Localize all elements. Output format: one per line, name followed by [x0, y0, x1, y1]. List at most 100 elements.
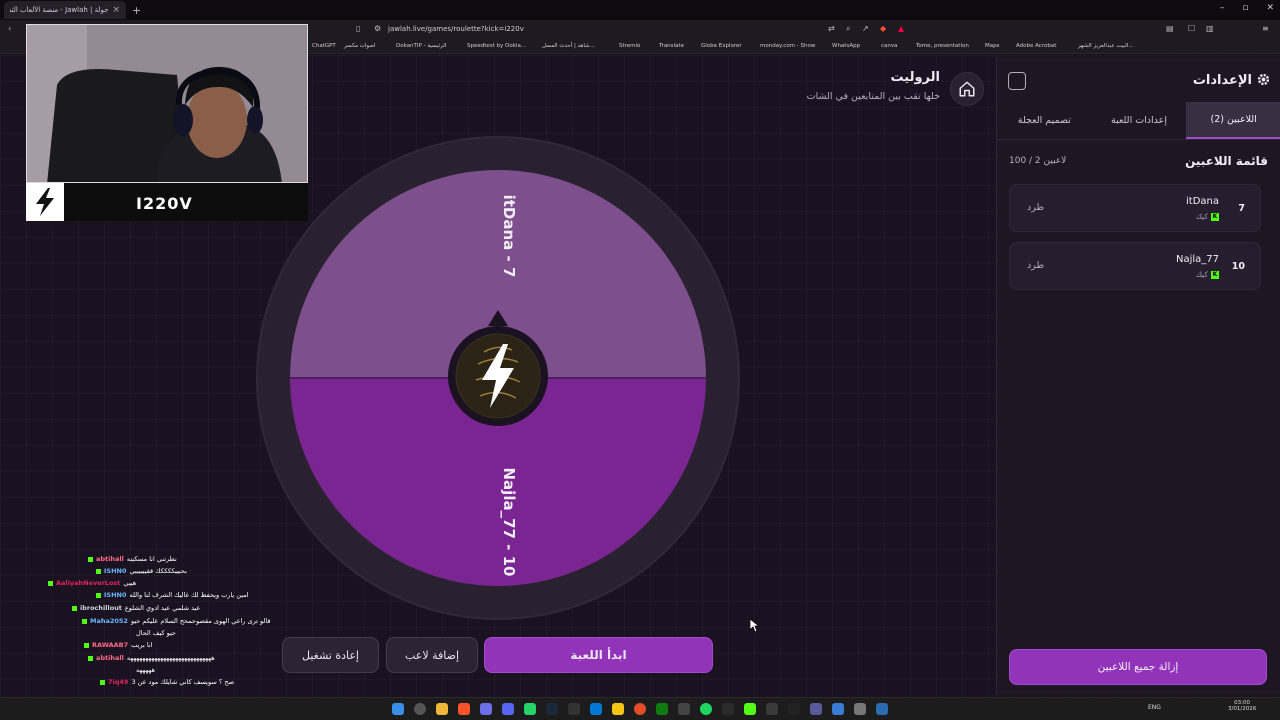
mouse-cursor-icon	[750, 619, 760, 633]
kick-logo-icon: K	[1211, 212, 1219, 221]
extensions-icon[interactable]: ☐	[1188, 24, 1195, 33]
roulette-wheel[interactable]: itDana - 7 Najla_77 - 10	[256, 136, 740, 620]
chat-message: حيو كيف الحال	[136, 629, 176, 637]
players-list-title: قائمة اللاعبين	[1185, 154, 1268, 168]
kick-badge-icon	[84, 642, 89, 648]
brave-rewards-icon[interactable]: ▲	[898, 24, 904, 33]
app-icon[interactable]	[480, 703, 492, 715]
chat-message: abtihall ههههههههههههههههههههههههههههه	[88, 654, 215, 662]
bookmark-item[interactable]: DokanTIP - الرئيسية	[396, 43, 446, 49]
bookmark-item[interactable]: ChatGPT	[312, 43, 336, 49]
app-icon[interactable]	[634, 703, 646, 715]
bookmark-item[interactable]: اصوات مكسر	[344, 43, 375, 49]
start-game-button[interactable]: ابدأ اللعبة	[484, 637, 713, 673]
bookmark-item[interactable]: شاهد | أحدث المسل...	[542, 43, 595, 49]
chat-text: قالو ترى راعي الهوى مقصوحمحح السلام عليك…	[130, 617, 271, 625]
chat-message: ISHN0 بحبييككككك ققييييييي	[96, 567, 187, 575]
remove-all-players-button[interactable]: إزالة جميع اللاعبين	[1009, 649, 1267, 685]
gear-icon	[1257, 73, 1270, 86]
whatsapp-icon[interactable]	[524, 703, 536, 715]
kick-badge-icon	[88, 655, 93, 661]
collapse-panel-icon[interactable]	[1008, 72, 1026, 90]
brave-browser-icon[interactable]	[458, 703, 470, 715]
bookmark-item[interactable]: Globe Explorer	[701, 43, 742, 49]
chat-text: بحبييككككك ققييييييي	[129, 567, 187, 575]
chat-user: ISHN0	[104, 567, 127, 575]
sidebar-icon[interactable]: ▤	[1166, 24, 1174, 33]
settings-icon[interactable]	[854, 703, 866, 715]
brave-shield-icon[interactable]: ◆	[880, 24, 886, 33]
bookmark-item[interactable]: Adobe Acrobat	[1016, 43, 1056, 49]
bookmark-item[interactable]: monday.com - Show	[760, 43, 815, 49]
chat-text: هييي	[123, 579, 137, 587]
discord-icon[interactable]	[502, 703, 514, 715]
tab-players[interactable]: اللاعبين (2)	[1186, 102, 1280, 139]
tab-game-settings[interactable]: إعدادات اللعبة	[1092, 102, 1187, 139]
app-icon[interactable]	[590, 703, 602, 715]
home-icon	[959, 81, 975, 97]
close-window-icon[interactable]: ✕	[1266, 3, 1274, 13]
kick-player-button[interactable]: طرد	[1027, 202, 1044, 213]
chat-text: امين يارب ويحفظ لك غاليك الشرف لنا والله	[129, 591, 249, 599]
chat-message: RAWAAB7 انا بريب	[84, 641, 152, 649]
kick-player-button[interactable]: طرد	[1027, 260, 1044, 271]
home-button[interactable]	[950, 72, 984, 106]
clock[interactable]: 03:00 3/01/2026	[1228, 700, 1256, 712]
chat-message: ibrochillout عيد شلمي عيد ادوي الشلوع	[72, 604, 200, 612]
app-icon[interactable]	[810, 703, 822, 715]
app-icon[interactable]	[678, 703, 690, 715]
new-tab-icon[interactable]: +	[132, 4, 141, 17]
app-icon[interactable]	[832, 703, 844, 715]
bookmark-item[interactable]: canva	[881, 43, 898, 49]
bookmark-item[interactable]: Tome, presentation	[916, 43, 969, 49]
steam-icon[interactable]	[546, 703, 558, 715]
player-source-label: كيك	[1195, 270, 1208, 279]
player-number: 7	[1238, 203, 1245, 214]
xbox-icon[interactable]	[656, 703, 668, 715]
wifi-icon[interactable]	[1165, 704, 1179, 714]
add-player-button[interactable]: إضافة لاعب	[386, 637, 478, 673]
site-info-icon[interactable]: ⚙	[374, 24, 381, 33]
minimize-icon[interactable]: –	[1220, 3, 1225, 13]
bookmark-icon[interactable]: ▯	[356, 24, 360, 33]
app-icon[interactable]	[612, 703, 624, 715]
page-subtitle: خلها تقب بين المتابعين في الشات	[806, 91, 940, 102]
app-icon[interactable]	[788, 703, 800, 715]
bookmark-item[interactable]: Stremio	[619, 43, 640, 49]
app-icon[interactable]	[876, 703, 888, 715]
page-title: الروليت	[890, 70, 940, 85]
bookmark-item[interactable]: WhatsApp	[832, 43, 860, 49]
file-explorer-icon[interactable]	[436, 703, 448, 715]
app-icon[interactable]	[766, 703, 778, 715]
kick-badge-icon	[82, 618, 87, 624]
tab-wheel-design[interactable]: تصميم العجلة	[997, 102, 1092, 139]
language-indicator[interactable]: ENG	[1148, 704, 1161, 711]
start-icon[interactable]	[392, 703, 404, 715]
restart-button[interactable]: إعادة تشغيل	[282, 637, 379, 673]
search-icon[interactable]	[414, 703, 426, 715]
player-source-label: كيك	[1195, 212, 1208, 221]
bookmark-item[interactable]: Speedtest by Ookla...	[467, 43, 526, 49]
bookmark-item[interactable]: البيت عبدالعزيز الشهر...	[1078, 43, 1134, 49]
menu-icon[interactable]: ≡	[1262, 24, 1269, 33]
zoom-icon[interactable]: ⌕	[846, 24, 850, 34]
chat-text: انا بريب	[131, 641, 153, 649]
obs-icon[interactable]	[722, 703, 734, 715]
clock-date: 3/01/2026	[1228, 706, 1257, 712]
browser-tab[interactable]: جولة | Jawlah - منصة الألعاب التفا... ×	[4, 1, 126, 19]
back-icon[interactable]: ‹	[8, 24, 11, 33]
translate-icon[interactable]: ⇄	[828, 24, 835, 33]
app-icon[interactable]	[568, 703, 580, 715]
bookmark-item[interactable]: Translate	[659, 43, 684, 49]
url-field[interactable]: jawlah.live/games/roulette?kick=i220v	[388, 25, 524, 33]
kick-icon[interactable]	[744, 703, 756, 715]
lightning-logo-icon	[26, 183, 64, 221]
maximize-icon[interactable]: ▫	[1242, 3, 1248, 13]
chat-user: abtihall	[96, 555, 124, 563]
wallet-icon[interactable]: ▥	[1206, 24, 1214, 33]
chat-user: ISHN0	[104, 591, 127, 599]
bookmark-item[interactable]: Maps	[985, 43, 999, 49]
share-icon[interactable]: ↗	[862, 24, 869, 33]
spotify-icon[interactable]	[700, 703, 712, 715]
close-tab-icon[interactable]: ×	[112, 5, 120, 15]
